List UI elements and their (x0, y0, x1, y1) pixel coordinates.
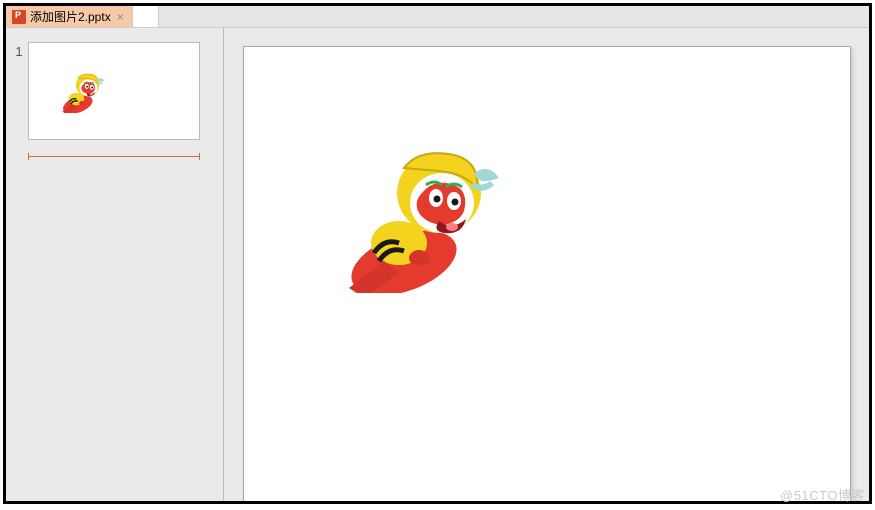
slide-canvas[interactable] (243, 46, 851, 501)
thumbnail-selection-indicator (28, 156, 200, 158)
thumbnail-row: 1 (10, 42, 219, 140)
slide-editor-area (224, 28, 869, 501)
document-tab-active[interactable]: 添加图片2.pptx × (6, 6, 133, 27)
close-icon[interactable]: × (115, 10, 126, 24)
thumbnail-image (61, 71, 114, 114)
new-tab-button[interactable] (133, 6, 159, 27)
slide-thumbnails-panel: 1 (6, 28, 224, 501)
powerpoint-icon (12, 10, 26, 24)
document-tab-bar: 添加图片2.pptx × (6, 6, 869, 28)
tab-filename: 添加图片2.pptx (30, 8, 111, 25)
slide-thumbnail[interactable] (28, 42, 200, 140)
workspace: 1 (6, 28, 869, 501)
watermark-text: @51CTO博客 (780, 485, 865, 504)
slide-number: 1 (10, 42, 28, 59)
inserted-image[interactable] (344, 143, 534, 298)
app-window: 添加图片2.pptx × 1 (3, 3, 872, 504)
